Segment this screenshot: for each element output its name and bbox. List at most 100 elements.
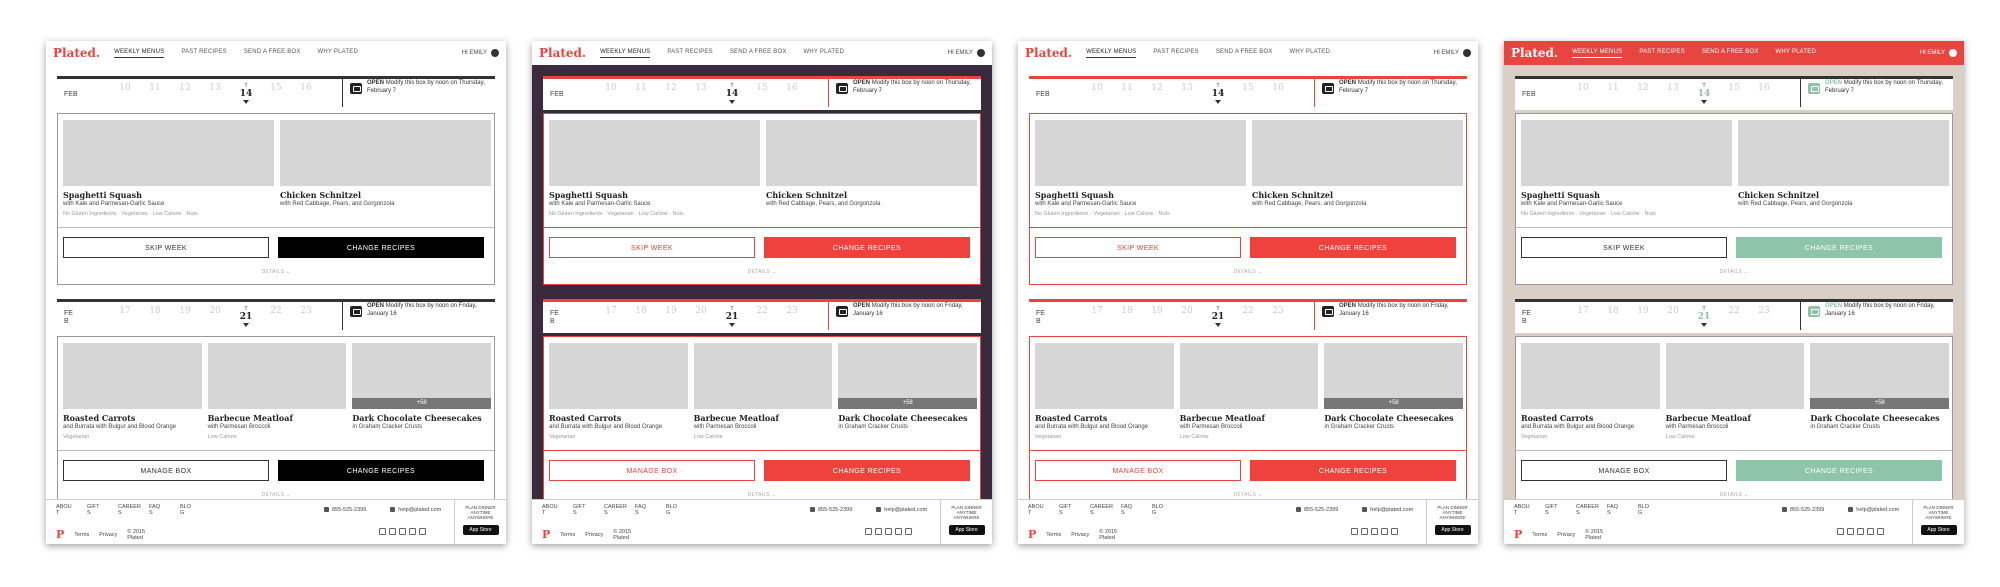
footer-link[interactable]: FAQ S xyxy=(1121,504,1135,516)
day-cell[interactable]: T 21 xyxy=(237,306,255,327)
phone[interactable]: 855-525-2399 xyxy=(1782,507,1836,513)
footer-link[interactable]: FAQ S xyxy=(1607,504,1621,516)
day-cell[interactable]: T 14 xyxy=(723,83,741,104)
recipe-image[interactable] xyxy=(1738,120,1949,186)
change-recipes-button[interactable]: CHANGE RECIPES xyxy=(1736,237,1942,258)
nav-item[interactable]: SEND A FREE BOX xyxy=(1702,49,1759,58)
footer-link[interactable]: FAQ S xyxy=(149,504,163,516)
recipe-item[interactable]: Spaghetti Squash with Kale and Parmesan-G… xyxy=(63,120,274,217)
tumblr-icon[interactable] xyxy=(905,528,912,535)
day-cell[interactable]: 23 xyxy=(783,306,801,316)
recipe-image[interactable] xyxy=(207,343,347,409)
recipe-image[interactable] xyxy=(63,343,202,409)
details-link[interactable]: DETAILS ⌄ xyxy=(544,269,980,275)
user-menu[interactable]: HI EMILY xyxy=(948,49,985,57)
skip-week-button[interactable]: SKIP WEEK xyxy=(1521,237,1727,258)
user-icon[interactable] xyxy=(1463,49,1471,57)
recipe-item[interactable]: Barbecue Meatloaf with Parmesan Broccoli L… xyxy=(1665,343,1805,440)
day-cell[interactable]: 19 xyxy=(1634,306,1652,316)
footer-link[interactable]: ABOU T xyxy=(542,504,558,516)
recipe-image[interactable]: +58 xyxy=(1324,343,1463,409)
nav-item[interactable]: PAST RECIPES xyxy=(1153,49,1199,58)
footer-link[interactable]: CAREER S xyxy=(604,504,627,516)
nav-item[interactable]: PAST RECIPES xyxy=(1639,49,1685,58)
recipe-image[interactable]: +58 xyxy=(1810,343,1949,409)
day-cell[interactable]: 12 xyxy=(1634,83,1652,93)
day-cell[interactable]: 13 xyxy=(1178,83,1196,93)
footer-link[interactable]: BLO G xyxy=(1152,504,1166,516)
details-link[interactable]: DETAILS ⌄ xyxy=(58,269,494,275)
day-cell[interactable]: 18 xyxy=(146,306,164,316)
day-cell[interactable]: 12 xyxy=(1148,83,1166,93)
more-recipes-badge[interactable]: +58 xyxy=(352,398,491,409)
recipe-item[interactable]: Chicken Schnitzel with Red Cabbage, Pears… xyxy=(280,120,491,208)
pinterest-icon[interactable] xyxy=(1381,528,1388,535)
change-recipes-button[interactable]: CHANGE RECIPES xyxy=(278,237,484,258)
recipe-image[interactable] xyxy=(1521,120,1732,186)
recipe-image[interactable] xyxy=(693,343,833,409)
more-recipes-badge[interactable]: +58 xyxy=(1324,398,1463,409)
user-icon[interactable] xyxy=(491,49,499,57)
facebook-icon[interactable] xyxy=(865,528,872,535)
manage-box-button[interactable]: MANAGE BOX xyxy=(63,460,269,481)
footer-link[interactable]: BLO G xyxy=(180,504,194,516)
day-cell[interactable]: 22 xyxy=(267,306,285,316)
day-cell[interactable]: 13 xyxy=(1664,83,1682,93)
twitter-icon[interactable] xyxy=(1847,528,1854,535)
plated-logo[interactable]: Plated. xyxy=(53,46,100,60)
instagram-icon[interactable] xyxy=(1857,528,1864,535)
change-recipes-button[interactable]: CHANGE RECIPES xyxy=(1736,460,1942,481)
footer-legal-link[interactable]: Privacy xyxy=(1557,532,1575,538)
details-link[interactable]: DETAILS ⌄ xyxy=(1516,269,1952,275)
nav-item[interactable]: SEND A FREE BOX xyxy=(730,49,787,58)
app-store-badge[interactable]: App Store xyxy=(1920,525,1957,535)
day-cell[interactable]: 11 xyxy=(146,83,164,93)
recipe-item[interactable]: Barbecue Meatloaf with Parmesan Broccoli L… xyxy=(1179,343,1319,440)
skip-week-button[interactable]: SKIP WEEK xyxy=(63,237,269,258)
app-store-badge[interactable]: App Store xyxy=(948,525,985,535)
pinterest-icon[interactable] xyxy=(1867,528,1874,535)
facebook-icon[interactable] xyxy=(1351,528,1358,535)
details-link[interactable]: DETAILS ⌄ xyxy=(1516,492,1952,498)
day-cell[interactable]: 12 xyxy=(176,83,194,93)
day-cell[interactable]: 10 xyxy=(1574,83,1592,93)
more-recipes-badge[interactable]: +58 xyxy=(838,398,977,409)
recipe-image[interactable] xyxy=(1035,120,1246,186)
footer-link[interactable]: FAQ S xyxy=(635,504,649,516)
day-cell[interactable]: 23 xyxy=(1269,306,1287,316)
plated-mark-icon[interactable]: P xyxy=(542,529,550,540)
nav-item[interactable]: WEEKLY MENUS xyxy=(1086,49,1137,58)
day-cell[interactable]: 20 xyxy=(1664,306,1682,316)
pinterest-icon[interactable] xyxy=(409,528,416,535)
plated-logo[interactable]: Plated. xyxy=(539,46,586,60)
day-cell[interactable]: 12 xyxy=(662,83,680,93)
day-cell[interactable]: 18 xyxy=(632,306,650,316)
user-menu[interactable]: HI EMILY xyxy=(1920,49,1957,57)
nav-item[interactable]: WEEKLY MENUS xyxy=(600,49,651,58)
footer-link[interactable]: GIFT S xyxy=(87,504,101,516)
phone[interactable]: 855-525-2399 xyxy=(324,507,378,513)
day-cell[interactable]: 16 xyxy=(1269,83,1287,93)
recipe-image[interactable] xyxy=(549,343,688,409)
recipe-item[interactable]: Chicken Schnitzel with Red Cabbage, Pears… xyxy=(1738,120,1949,208)
day-cell[interactable]: 13 xyxy=(206,83,224,93)
nav-item[interactable]: PAST RECIPES xyxy=(667,49,713,58)
instagram-icon[interactable] xyxy=(399,528,406,535)
footer-link[interactable]: ABOU T xyxy=(1514,504,1530,516)
recipe-image[interactable] xyxy=(1252,120,1463,186)
day-cell[interactable]: 22 xyxy=(1239,306,1257,316)
change-recipes-button[interactable]: CHANGE RECIPES xyxy=(1250,237,1456,258)
email[interactable]: help@plated.com xyxy=(1362,507,1425,513)
footer-legal-link[interactable]: Terms xyxy=(560,532,575,538)
footer-link[interactable]: GIFT S xyxy=(573,504,587,516)
phone[interactable]: 855-525-2399 xyxy=(1296,507,1350,513)
recipe-image[interactable] xyxy=(549,120,760,186)
recipe-image[interactable] xyxy=(1665,343,1805,409)
footer-link[interactable]: GIFT S xyxy=(1059,504,1073,516)
twitter-icon[interactable] xyxy=(1361,528,1368,535)
day-cell[interactable]: 15 xyxy=(753,83,771,93)
change-recipes-button[interactable]: CHANGE RECIPES xyxy=(278,460,484,481)
recipe-image[interactable] xyxy=(63,120,274,186)
recipe-item[interactable]: Spaghetti Squash with Kale and Parmesan-G… xyxy=(549,120,760,217)
twitter-icon[interactable] xyxy=(389,528,396,535)
